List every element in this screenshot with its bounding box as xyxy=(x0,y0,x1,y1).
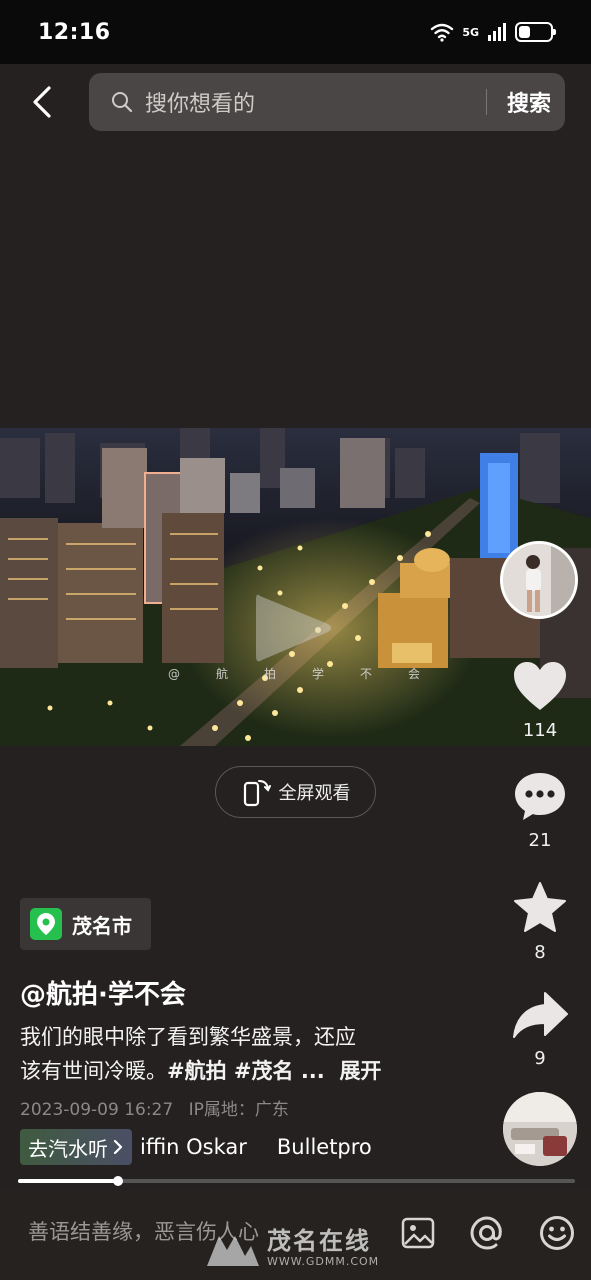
image-icon xyxy=(401,1217,435,1249)
site-name: 茂名在线 xyxy=(267,1227,371,1255)
wifi-icon xyxy=(431,23,454,42)
post-date: 2023-09-09 16:27 xyxy=(20,1100,174,1120)
like-action[interactable]: 114 xyxy=(505,660,575,741)
rotate-screen-icon xyxy=(243,780,271,807)
fullscreen-button[interactable]: 全屏观看 xyxy=(215,766,376,818)
back-button[interactable] xyxy=(22,82,62,122)
signal-icon xyxy=(488,23,506,41)
search-divider xyxy=(485,89,487,115)
play-button[interactable] xyxy=(248,588,338,668)
site-url: WWW.GDMM.COM xyxy=(267,1255,380,1268)
search-button[interactable]: 搜索 xyxy=(507,86,551,118)
emoji-button[interactable] xyxy=(537,1213,577,1253)
avatar-image xyxy=(503,544,575,616)
chevron-left-icon xyxy=(33,86,51,118)
emoji-icon xyxy=(540,1216,574,1250)
creator-avatar[interactable] xyxy=(500,541,578,619)
author-name[interactable]: @航拍·学不会 xyxy=(20,974,186,1011)
battery-level xyxy=(519,26,531,38)
status-icons: 5G xyxy=(430,22,556,42)
ip-location: IP属地：广东 xyxy=(188,1100,289,1120)
share-count: 9 xyxy=(534,1048,546,1069)
star-icon xyxy=(514,882,566,932)
music-track-title-2: Bulletpro xyxy=(276,1135,372,1159)
fullscreen-label: 全屏观看 xyxy=(278,783,351,804)
favorite-action[interactable]: 8 xyxy=(505,880,575,963)
comment-action[interactable]: 21 xyxy=(505,770,575,851)
search-bar[interactable]: 搜你想看的 搜索 xyxy=(89,73,565,131)
caption-text: 该有世间冷暖。 xyxy=(20,1059,167,1083)
network-type: 5G xyxy=(462,25,479,39)
open-music-app-button[interactable]: 去汽水听 xyxy=(20,1129,132,1165)
play-icon xyxy=(256,594,331,662)
mention-button[interactable] xyxy=(467,1213,507,1253)
location-tag[interactable]: 茂名市 xyxy=(20,898,151,950)
favorite-count: 8 xyxy=(534,942,546,963)
heart-icon xyxy=(514,662,566,710)
music-cover-image xyxy=(503,1092,577,1166)
music-track-title: iffin Oskar xyxy=(140,1135,247,1159)
expand-link[interactable]: 展开 xyxy=(339,1059,381,1083)
music-chip-label: 去汽水听 xyxy=(28,1136,108,1161)
chevron-right-icon xyxy=(113,1139,123,1155)
status-time: 12:16 xyxy=(38,19,111,45)
status-bar: 12:16 5G xyxy=(0,0,591,64)
image-picker-button[interactable] xyxy=(398,1213,438,1253)
progress-fill xyxy=(18,1179,119,1183)
battery-icon xyxy=(515,22,556,42)
site-watermark-text: 茂名在线 WWW.GDMM.COM xyxy=(267,1229,379,1267)
caption-hashtags[interactable]: #航拍 #茂名 ... xyxy=(167,1059,325,1083)
caption-line-2: 该有世间冷暖。#航拍 #茂名 ... 展开 xyxy=(20,1054,420,1088)
music-disc[interactable] xyxy=(503,1092,577,1166)
location-pin-icon xyxy=(30,908,62,940)
site-logo-icon xyxy=(207,1236,259,1266)
search-icon xyxy=(111,89,137,115)
post-meta: 2023-09-09 16:27 IP属地：广东 xyxy=(20,1095,289,1120)
share-arrow-icon xyxy=(513,992,568,1038)
site-watermark: 茂名在线 WWW.GDMM.COM xyxy=(205,1228,379,1268)
music-row[interactable]: 去汽水听 iffin Oskar Bulletpro xyxy=(20,1128,372,1166)
comment-count: 21 xyxy=(528,830,552,851)
caption: 我们的眼中除了看到繁华盛景，还应 该有世间冷暖。#航拍 #茂名 ... 展开 xyxy=(20,1020,420,1088)
at-sign-icon xyxy=(470,1216,502,1250)
location-label: 茂名市 xyxy=(72,913,132,938)
video-progress-bar[interactable] xyxy=(18,1176,575,1186)
comment-icon xyxy=(515,773,565,820)
caption-line-1: 我们的眼中除了看到繁华盛景，还应 xyxy=(20,1025,356,1049)
search-input[interactable]: 搜你想看的 xyxy=(145,86,486,118)
share-action[interactable]: 9 xyxy=(505,990,575,1069)
like-count: 114 xyxy=(522,720,558,741)
